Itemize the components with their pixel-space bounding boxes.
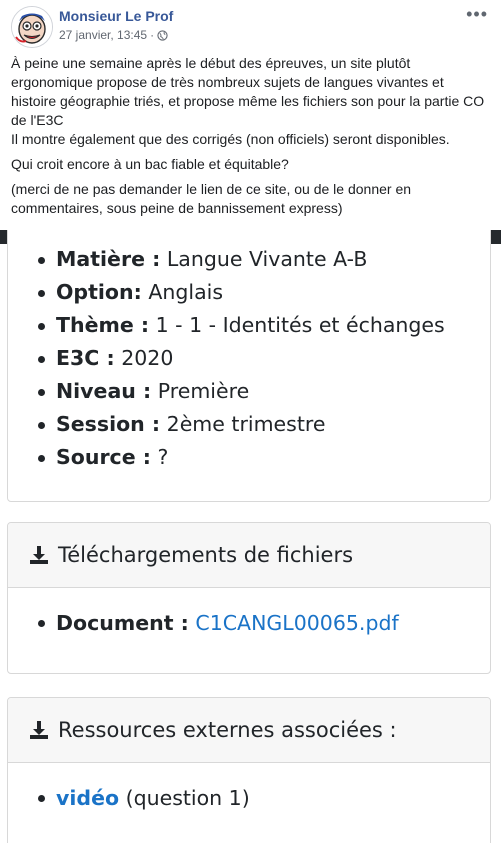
detail-value: Anglais [148, 280, 224, 304]
detail-e3c: E3C : 2020 [38, 342, 445, 375]
embedded-screenshot: Matière : Langue Vivante A-B Option: Ang… [0, 230, 501, 843]
video-link[interactable]: vidéo [56, 786, 119, 810]
detail-value: Langue Vivante A-B [166, 247, 368, 271]
resources-list: vidéo (question 1) [38, 784, 250, 812]
detail-label: Option: [56, 280, 142, 304]
detail-value: ? [157, 445, 169, 469]
video-link-note: (question 1) [125, 786, 250, 810]
detail-label: Matière : [56, 247, 161, 271]
download-icon [30, 721, 48, 739]
detail-value: 2020 [121, 346, 174, 370]
post-paragraph: Qui croit encore à un bac fiable et équi… [11, 156, 289, 172]
avatar[interactable] [11, 6, 53, 48]
detail-label: Session : [56, 412, 161, 436]
globe-icon[interactable] [157, 29, 168, 41]
detail-label: E3C : [56, 346, 115, 370]
downloads-header: Téléchargements de fichiers [8, 523, 490, 588]
author-name[interactable]: Monsieur Le Prof [59, 8, 173, 24]
downloads-card: Téléchargements de fichiers Document : C… [7, 522, 491, 674]
detail-value: Première [157, 379, 250, 403]
document-item: Document : C1CANGL00065.pdf [38, 609, 399, 637]
detail-value: 2ème trimestre [166, 412, 326, 436]
more-options-icon[interactable]: ••• [466, 4, 488, 25]
resources-header: Ressources externes associées : [8, 698, 490, 763]
resource-item: vidéo (question 1) [38, 784, 250, 812]
detail-label: Niveau : [56, 379, 152, 403]
meta-separator: · [150, 28, 155, 42]
detail-theme: Thème : 1 - 1 - Identités et échanges [38, 309, 445, 342]
downloads-list: Document : C1CANGL00065.pdf [38, 609, 399, 637]
avatar-cartoon-icon [12, 7, 52, 47]
post-timestamp[interactable]: 27 janvier, 13:45 [59, 28, 147, 42]
detail-label: Thème : [56, 313, 150, 337]
detail-niveau: Niveau : Première [38, 375, 445, 408]
detail-matiere: Matière : Langue Vivante A-B [38, 243, 445, 276]
details-list: Matière : Langue Vivante A-B Option: Ang… [38, 243, 445, 474]
detail-option: Option: Anglais [38, 276, 445, 309]
post-paragraph: Il montre également que des corrigés (no… [11, 131, 450, 147]
post-paragraph: (merci de ne pas demander le lien de ce … [11, 181, 412, 216]
downloads-title: Téléchargements de fichiers [58, 543, 354, 567]
post-meta: 27 janvier, 13:45 · [59, 28, 168, 42]
resources-title: Ressources externes associées : [58, 718, 397, 742]
post-text: À peine une semaine après le début des é… [11, 54, 491, 224]
post-paragraph: À peine une semaine après le début des é… [11, 55, 485, 128]
detail-source: Source : ? [38, 441, 445, 474]
download-icon [30, 546, 48, 564]
detail-label: Source : [56, 445, 151, 469]
resources-card: Ressources externes associées : vidéo (q… [7, 697, 491, 843]
detail-value: 1 - 1 - Identités et échanges [155, 313, 445, 337]
facebook-post: Monsieur Le Prof 27 janvier, 13:45 · •••… [0, 0, 501, 230]
detail-session: Session : 2ème trimestre [38, 408, 445, 441]
details-card: Matière : Langue Vivante A-B Option: Ang… [7, 230, 491, 502]
document-link[interactable]: C1CANGL00065.pdf [195, 611, 398, 635]
document-label: Document : [56, 611, 189, 635]
